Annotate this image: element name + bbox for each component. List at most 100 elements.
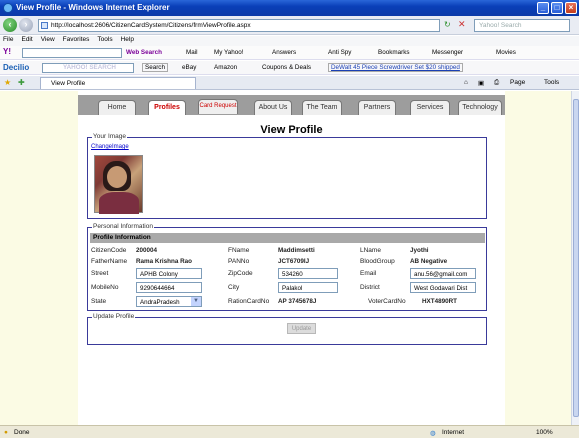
yahoo-toolbar: Y! Web Search Mail My Yahoo! Answers Ant… [0, 46, 579, 60]
mobile-label: MobileNo [91, 284, 119, 291]
lname-label: LName [360, 247, 381, 254]
profile-info-header: Profile Information [90, 233, 485, 243]
city-field[interactable]: Palakol [278, 282, 338, 293]
back-button[interactable]: ‹ [3, 18, 17, 32]
browser-tab-bar: ★ ✚ View Profile ⌂ ▣ ⎙ Page Tools [0, 76, 579, 90]
close-button[interactable]: × [565, 2, 577, 14]
tab-view-profile[interactable]: View Profile [40, 77, 196, 89]
menu-edit[interactable]: Edit [21, 36, 32, 43]
promo-link[interactable]: DeWalt 45 Piece Screwdriver Set $20 ship… [328, 63, 463, 72]
menu-help[interactable]: Help [121, 36, 134, 43]
add-favorite-icon[interactable]: ✚ [18, 78, 25, 87]
coupons-link[interactable]: Coupons & Deals [262, 64, 311, 71]
citizen-code-label: CitizenCode [91, 247, 127, 254]
home-icon[interactable]: ⌂ [464, 79, 468, 86]
pan-value: JCT6709IJ [278, 258, 310, 265]
yahoo-search-input[interactable] [22, 48, 122, 58]
anti-spy-button[interactable]: Anti Spy [328, 49, 351, 56]
photo-body [99, 192, 139, 214]
street-field[interactable]: APHB Colony [136, 268, 202, 279]
my-yahoo-button[interactable]: My Yahoo! [214, 49, 244, 56]
nav-profiles[interactable]: Profiles [148, 100, 186, 115]
zipcode-label: ZipCode [228, 270, 253, 277]
nav-partners[interactable]: Partners [358, 100, 396, 115]
messenger-button[interactable]: Messenger [432, 49, 463, 56]
decilio-logo[interactable]: Decilio [3, 63, 29, 72]
update-profile-legend: Update Profile [92, 313, 136, 320]
browser-content: Home Profiles Card Request About Us The … [0, 91, 579, 425]
zoom-level[interactable]: 100% [536, 429, 553, 436]
district-label: District [360, 284, 380, 291]
tools-menu[interactable]: Tools [544, 79, 559, 86]
menu-file[interactable]: File [3, 36, 13, 43]
page-right-margin [505, 91, 571, 425]
nav-technology[interactable]: Technology [458, 100, 502, 115]
url-text: http://localhost:2606/CitizenCardSystem/… [51, 22, 251, 29]
decilio-search-input[interactable]: YAHOO! SEARCH [42, 63, 134, 73]
nav-about-us[interactable]: About Us [254, 100, 292, 115]
district-field[interactable]: West Godavari Dist [410, 282, 476, 293]
amazon-link[interactable]: Amazon [214, 64, 237, 71]
menu-favorites[interactable]: Favorites [63, 36, 90, 43]
blood-group-value: AB Negative [410, 258, 448, 265]
stop-icon[interactable]: ✕ [458, 19, 466, 30]
personal-info-section: Personal Information Profile Information… [87, 223, 487, 311]
update-button[interactable]: Update [287, 323, 316, 334]
page-body: Home Profiles Card Request About Us The … [78, 91, 505, 425]
menu-view[interactable]: View [41, 36, 55, 43]
yahoo-logo[interactable]: Y! [3, 47, 11, 56]
vertical-scrollbar[interactable] [571, 91, 579, 425]
nav-card-request[interactable]: Card Request [198, 99, 238, 114]
forward-button[interactable]: › [19, 18, 33, 32]
favorites-star-icon[interactable]: ★ [4, 78, 11, 87]
window-title: View Profile - Windows Internet Explorer [16, 3, 170, 12]
status-bar: ● Done ◍ Internet 100% [0, 425, 579, 438]
print-icon[interactable]: ⎙ [494, 79, 499, 87]
bookmarks-button[interactable]: Bookmarks [378, 49, 410, 56]
state-selected-value: AndraPradesh [140, 299, 180, 306]
decilio-search-button[interactable]: Search [142, 63, 168, 72]
ration-card-value: AP 3745678J [278, 298, 317, 305]
feeds-icon[interactable]: ▣ [478, 79, 484, 87]
address-bar: ‹ › http://localhost:2606/CitizenCardSys… [0, 16, 579, 35]
answers-button[interactable]: Answers [272, 49, 296, 56]
refresh-icon[interactable]: ↻ [444, 20, 451, 29]
decilio-toolbar: Decilio YAHOO! SEARCH Search eBay Amazon… [0, 61, 579, 75]
fname-value: Maddimsetti [278, 247, 315, 254]
minimize-button[interactable]: _ [537, 2, 549, 14]
nav-home[interactable]: Home [98, 100, 136, 115]
state-label: State [91, 298, 107, 305]
web-search-button[interactable]: Web Search [126, 49, 162, 56]
scrollbar-thumb[interactable] [573, 99, 579, 417]
page-left-margin [0, 91, 78, 425]
father-name-value: Rama Krishna Rao [136, 258, 192, 265]
security-zone: Internet [442, 429, 465, 436]
email-field[interactable]: anu.56@gmail.com [410, 268, 476, 279]
pan-label: PANNo [228, 258, 250, 265]
page-favicon-icon [41, 22, 48, 29]
nav-the-team[interactable]: The Team [302, 100, 342, 115]
mobile-field[interactable]: 9290644664 [136, 282, 202, 293]
window-titlebar: View Profile - Windows Internet Explorer… [0, 0, 579, 16]
maximize-button[interactable]: □ [551, 2, 563, 14]
zipcode-field[interactable]: 534260 [278, 268, 338, 279]
page-menu[interactable]: Page [510, 79, 525, 86]
state-select[interactable]: AndraPradesh ▼ [136, 296, 202, 307]
search-input[interactable]: Yahoo! Search [474, 19, 570, 32]
your-image-section: Your Image ChangeImage [87, 133, 487, 219]
nav-services[interactable]: Services [410, 100, 450, 115]
menu-tools[interactable]: Tools [97, 36, 112, 43]
url-field[interactable]: http://localhost:2606/CitizenCardSystem/… [38, 19, 440, 32]
page-title: View Profile [260, 124, 323, 136]
ie-app-icon [3, 3, 13, 13]
photo-face [107, 166, 127, 188]
fname-label: FName [228, 247, 250, 254]
mail-button[interactable]: Mail [186, 49, 198, 56]
your-image-legend: Your Image [92, 133, 128, 140]
site-nav: Home Profiles Card Request About Us The … [78, 95, 505, 115]
menu-bar: File Edit View Favorites Tools Help [0, 36, 579, 46]
ebay-link[interactable]: eBay [182, 64, 196, 71]
movies-button[interactable]: Movies [496, 49, 516, 56]
lname-value: Jyothi [410, 247, 429, 254]
change-image-link[interactable]: ChangeImage [91, 144, 129, 150]
